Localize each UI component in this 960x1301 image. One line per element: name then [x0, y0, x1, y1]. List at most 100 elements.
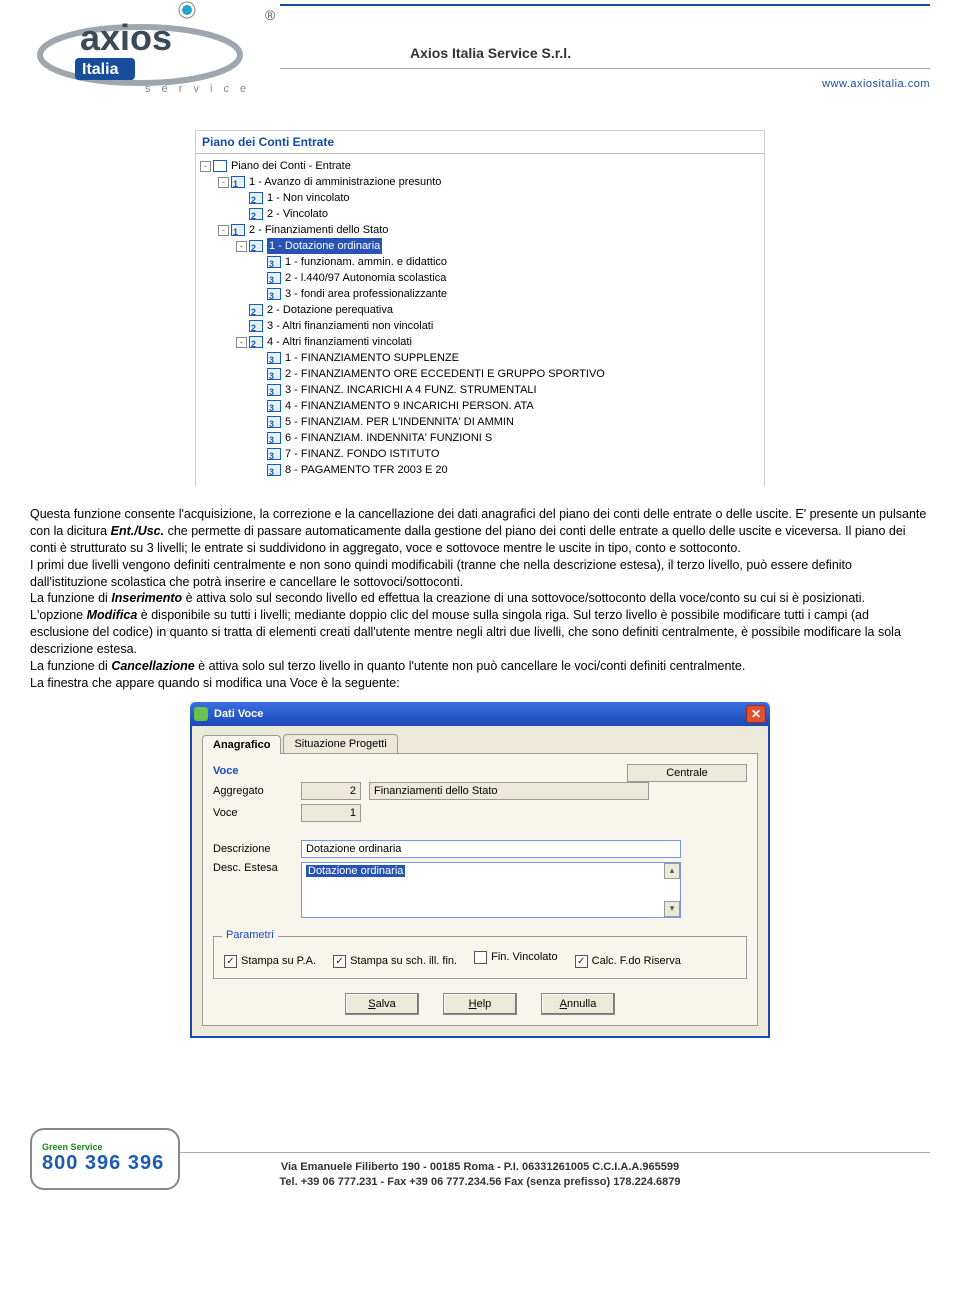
tree-level-icon: 3 — [267, 464, 281, 476]
collapse-icon[interactable]: - — [218, 225, 229, 236]
tree-node[interactable]: - Piano dei Conti - Entrate — [200, 158, 760, 174]
origin-badge: Centrale — [627, 764, 747, 782]
header-blue-rule — [280, 4, 930, 6]
tree-node-label: 1 - Dotazione ordinaria — [267, 238, 382, 254]
tree-window: Piano dei Conti Entrate -Piano dei Conti… — [195, 130, 765, 486]
tree-node[interactable]: 2 2 - Dotazione perequativa — [200, 302, 760, 318]
tree-node[interactable]: 23 - Altri finanziamenti non vincolati — [200, 318, 760, 334]
tree-level-icon: 2 — [249, 240, 263, 252]
dialog-title: Dati Voce — [214, 708, 746, 720]
checkbox-stampa-pa[interactable]: ✓ Stampa su P.A. — [224, 955, 316, 968]
tree-level-icon: 2 — [249, 336, 263, 348]
tree-node-label: 7 - FINANZ. FONDO ISTITUTO — [285, 446, 439, 462]
page-footer: Green Service 800 396 396 Via Emanuele F… — [30, 1118, 930, 1208]
tree-level-icon: 3 — [267, 368, 281, 380]
tree-node[interactable]: 3 1 - FINANZIAMENTO SUPPLENZE — [200, 350, 760, 366]
field-aggregato-code: 2 — [301, 782, 361, 800]
dati-voce-dialog: Dati Voce ✕ Anagrafico Situazione Proget… — [190, 702, 770, 1038]
para5-em: Cancellazione — [111, 659, 194, 673]
para2: I primi due livelli vengono definiti cen… — [30, 557, 930, 591]
dialog-app-icon — [194, 707, 208, 721]
collapse-icon[interactable]: - — [236, 337, 247, 348]
fieldset-parametri: Parametri ✓ Stampa su P.A. ✓ Stampa su s… — [213, 936, 747, 979]
tree-node-label: 1 - Non vincolato — [267, 190, 350, 206]
annulla-button[interactable]: Annulla — [541, 993, 615, 1015]
tree-window-title: Piano dei Conti Entrate — [196, 131, 764, 154]
tree-node[interactable]: 3 2 - l.440/97 Autonomia scolastica — [200, 270, 760, 286]
close-icon[interactable]: ✕ — [746, 705, 766, 723]
tree-node-label: 2 - Vincolato — [267, 206, 328, 222]
tree-node[interactable]: 3 6 - FINANZIAM. INDENNITA' FUNZIONI S — [200, 430, 760, 446]
tree-node[interactable]: 33 - FINANZ. INCARICHI A 4 FUNZ. STRUMEN… — [200, 382, 760, 398]
tree-level-icon: 1 — [231, 176, 245, 188]
tree-node[interactable]: -24 - Altri finanziamenti vincolati — [200, 334, 760, 350]
help-button[interactable]: Help — [443, 993, 517, 1015]
tree-level-icon: 3 — [267, 432, 281, 444]
header-grey-rule — [280, 68, 930, 69]
input-descrizione[interactable]: Dotazione ordinaria — [301, 840, 681, 858]
checkbox-calc-riserva[interactable]: ✓ Calc. F.do Riserva — [575, 955, 681, 968]
tree-level-icon: 3 — [267, 352, 281, 364]
tree-node[interactable]: 35 - FINANZIAM. PER L'INDENNITA' DI AMMI… — [200, 414, 760, 430]
textarea-desc-estesa[interactable]: Dotazione ordinaria ▴ ▾ — [301, 862, 681, 918]
tree-level-icon: 3 — [267, 272, 281, 284]
salva-button[interactable]: Salva — [345, 993, 419, 1015]
tree-node-label: 6 - FINANZIAM. INDENNITA' FUNZIONI S — [285, 430, 492, 446]
tree-node-label: 5 - FINANZIAM. PER L'INDENNITA' DI AMMIN — [285, 414, 514, 430]
para6: La finestra che appare quando si modific… — [30, 675, 930, 692]
tree-level-icon: 1 — [231, 224, 245, 236]
tree-level-icon: 3 — [267, 256, 281, 268]
tree-level-icon: 2 — [249, 304, 263, 316]
collapse-icon[interactable]: - — [236, 241, 247, 252]
para5-b: è attiva solo sul terzo livello in quant… — [198, 659, 745, 673]
para4-em: Modifica — [87, 608, 138, 622]
checkbox-stampa-sch[interactable]: ✓ Stampa su sch. ill. fin. — [333, 955, 457, 968]
tree-node-label: 2 - FINANZIAMENTO ORE ECCEDENTI E GRUPPO… — [285, 366, 605, 382]
checkbox-calc-riserva-label: Calc. F.do Riserva — [592, 955, 681, 967]
para1-em: Ent./Usc. — [111, 524, 165, 538]
check-icon: ✓ — [333, 955, 346, 968]
tree-node[interactable]: -11 - Avanzo di amministrazione presunto — [200, 174, 760, 190]
tree-node[interactable]: 33 - fondi area professionalizzante — [200, 286, 760, 302]
tree-node[interactable]: -12 - Finanziamenti dello Stato — [200, 222, 760, 238]
tree-node[interactable]: 3 7 - FINANZ. FONDO ISTITUTO — [200, 446, 760, 462]
scroll-down-icon[interactable]: ▾ — [664, 901, 680, 917]
tree-node-label: 2 - l.440/97 Autonomia scolastica — [285, 270, 446, 286]
tree-level-icon: 2 — [249, 208, 263, 220]
desc-estesa-value: Dotazione ordinaria — [306, 865, 405, 877]
field-aggregato-desc: Finanziamenti dello Stato — [369, 782, 649, 800]
scroll-up-icon[interactable]: ▴ — [664, 863, 680, 879]
tree-node[interactable]: 34 - FINANZIAMENTO 9 INCARICHI PERSON. A… — [200, 398, 760, 414]
collapse-icon[interactable]: - — [200, 161, 211, 172]
checkbox-fin-vincolato-label: Fin. Vincolato — [491, 951, 557, 963]
tab-situazione-progetti[interactable]: Situazione Progetti — [283, 734, 397, 753]
tree-node[interactable]: 38 - PAGAMENTO TFR 2003 E 20 — [200, 462, 760, 478]
tree-level-icon: 3 — [267, 384, 281, 396]
tree-node-label: Piano dei Conti - Entrate — [231, 158, 351, 174]
tree-level-icon: 3 — [267, 448, 281, 460]
logo-text-bottom: Italia — [82, 61, 119, 78]
para5-a: La funzione di — [30, 659, 111, 673]
tree-node[interactable]: -2 1 - Dotazione ordinaria — [200, 238, 760, 254]
tree-body: -Piano dei Conti - Entrate-11 - Avanzo d… — [196, 154, 764, 486]
tree-node-label: 4 - FINANZIAMENTO 9 INCARICHI PERSON. AT… — [285, 398, 534, 414]
tree-node-label: 1 - FINANZIAMENTO SUPPLENZE — [285, 350, 459, 366]
field-voce-code: 1 — [301, 804, 361, 822]
website-url: www.axiositalia.com — [822, 78, 930, 90]
logo-text-sub: s e r v i c e — [145, 83, 250, 95]
tree-level-icon — [213, 160, 227, 172]
para4-b: è disponibile su tutti i livelli; median… — [30, 608, 901, 656]
para4-a: L'opzione — [30, 608, 87, 622]
tree-node-label: 2 - Dotazione perequativa — [267, 302, 393, 318]
checkbox-fin-vincolato[interactable]: Fin. Vincolato — [474, 951, 557, 964]
tab-anagrafico[interactable]: Anagrafico — [202, 735, 281, 754]
tree-node-label: 1 - funzionam. ammin. e didattico — [285, 254, 447, 270]
tree-node[interactable]: 3 1 - funzionam. ammin. e didattico — [200, 254, 760, 270]
check-icon: ✓ — [575, 955, 588, 968]
tree-node[interactable]: 2 2 - Vincolato — [200, 206, 760, 222]
dialog-titlebar[interactable]: Dati Voce ✕ — [190, 702, 770, 726]
tree-node[interactable]: 21 - Non vincolato — [200, 190, 760, 206]
tree-node[interactable]: 3 2 - FINANZIAMENTO ORE ECCEDENTI E GRUPP… — [200, 366, 760, 382]
collapse-icon[interactable]: - — [218, 177, 229, 188]
label-voce: Voce — [213, 807, 293, 819]
